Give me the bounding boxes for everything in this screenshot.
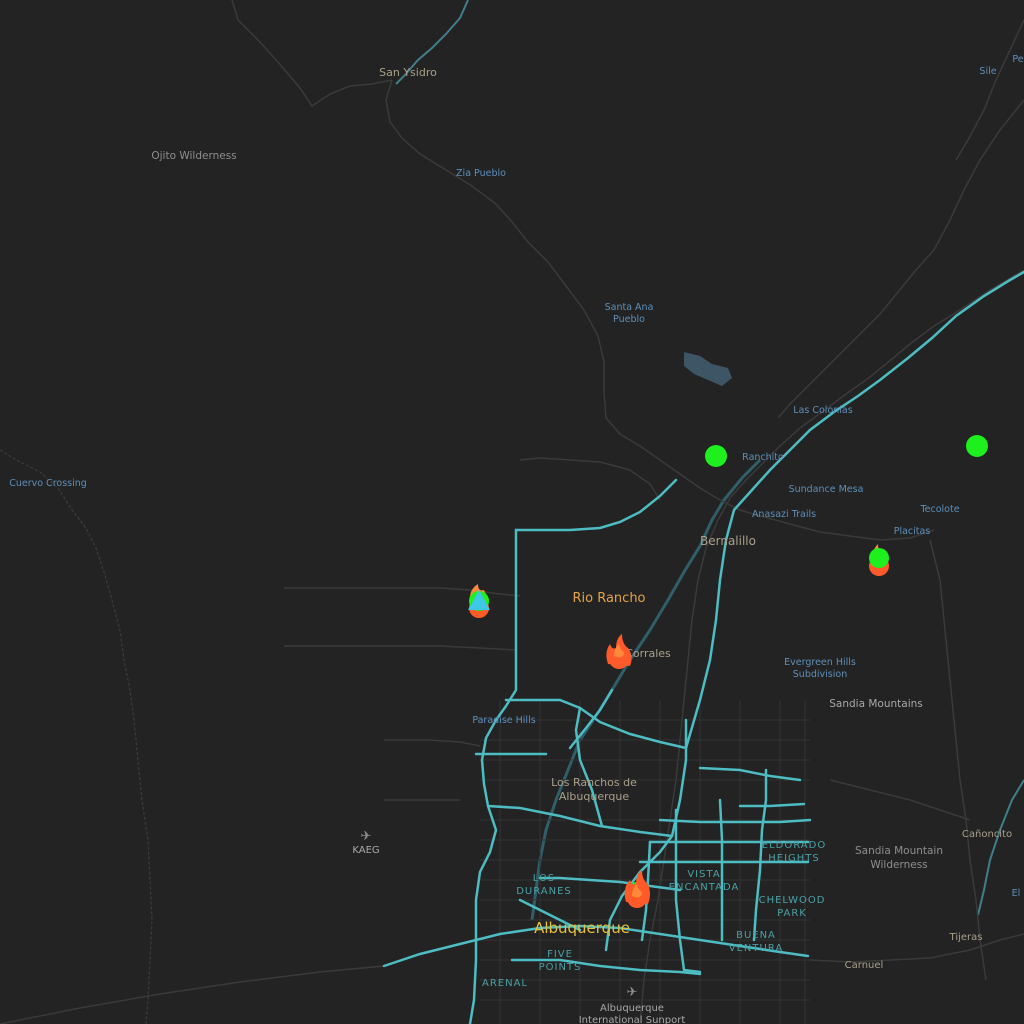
label-bernalillo: Bernalillo bbox=[700, 534, 756, 548]
label-sandia-wilderness-line2: Wilderness bbox=[870, 859, 927, 871]
label-santa-ana-pueblo-line2: Pueblo bbox=[613, 314, 645, 325]
airport-icon-sunport: ✈ bbox=[627, 985, 638, 1000]
label-sundance-mesa: Sundance Mesa bbox=[789, 484, 864, 495]
label-el: El bbox=[1012, 888, 1021, 899]
marker-green-east[interactable] bbox=[966, 435, 988, 457]
label-evergreen-hills-line2: Subdivision bbox=[793, 669, 847, 680]
marker-green-ranchito[interactable] bbox=[705, 445, 727, 467]
label-ojito-wilderness: Ojito Wilderness bbox=[151, 150, 236, 162]
label-cuervo-crossing: Cuervo Crossing bbox=[9, 478, 87, 489]
label-sandia-wilderness-line1: Sandia Mountain bbox=[855, 845, 943, 857]
label-zia-pueblo: Zia Pueblo bbox=[456, 168, 506, 179]
label-airport-line1: Albuquerque bbox=[600, 1003, 664, 1014]
label-paradise-hills: Paradise Hills bbox=[472, 715, 535, 726]
label-eldorado-line1: ELDORADO bbox=[762, 840, 826, 851]
label-carnuel: Carnuel bbox=[845, 960, 884, 971]
label-albuquerque: Albuquerque bbox=[534, 919, 630, 937]
label-tecolote: Tecolote bbox=[919, 504, 959, 515]
label-san-ysidro: San Ysidro bbox=[379, 66, 437, 79]
label-las-colonias: Las Colonias bbox=[793, 405, 852, 416]
label-tijeras: Tijeras bbox=[949, 932, 983, 943]
label-eldorado-line2: HEIGHTS bbox=[768, 853, 820, 864]
label-los-duranes-line2: DURANES bbox=[516, 886, 572, 897]
label-los-ranchos-line1: Los Ranchos de bbox=[551, 776, 637, 789]
label-five-points-line1: FIVE bbox=[547, 949, 573, 960]
label-vista-encantada-line2: ENCANTADA bbox=[669, 882, 740, 893]
label-airport-line2: International Sunport bbox=[579, 1015, 686, 1024]
label-sandia-mountains: Sandia Mountains bbox=[829, 698, 923, 710]
label-corrales: Corrales bbox=[625, 647, 671, 660]
label-los-ranchos-line2: Albuquerque bbox=[559, 790, 630, 803]
label-ranchito: Ranchito bbox=[742, 452, 784, 463]
label-santa-ana-pueblo-line1: Santa Ana bbox=[605, 302, 654, 313]
label-chelwood-line2: PARK bbox=[777, 908, 807, 919]
label-arenal: ARENAL bbox=[482, 978, 528, 989]
label-rio-rancho: Rio Rancho bbox=[572, 591, 645, 606]
label-chelwood-line1: CHELWOOD bbox=[759, 895, 826, 906]
label-vista-encantada-line1: VISTA bbox=[687, 869, 720, 880]
airport-icon-kaeg: ✈ bbox=[361, 829, 372, 844]
label-pe: Pe bbox=[1012, 54, 1023, 65]
label-sile: Sile bbox=[979, 66, 996, 77]
label-placitas: Placitas bbox=[894, 526, 931, 537]
label-evergreen-hills-line1: Evergreen Hills bbox=[784, 657, 856, 668]
label-anasazi-trails: Anasazi Trails bbox=[752, 509, 816, 520]
label-los-duranes-line1: LOS bbox=[533, 873, 555, 884]
map-canvas[interactable]: ✈ ✈ San Ysidro Ojito Wilderness Zia Pueb… bbox=[0, 0, 1024, 1024]
label-five-points-line2: POINTS bbox=[539, 962, 582, 973]
label-canoncito: Cañoncito bbox=[962, 829, 1012, 840]
label-buena-ventura-line1: BUENA bbox=[736, 930, 776, 941]
label-kaeg: KAEG bbox=[352, 845, 379, 856]
label-buena-ventura-line2: VENTURA bbox=[729, 943, 783, 954]
